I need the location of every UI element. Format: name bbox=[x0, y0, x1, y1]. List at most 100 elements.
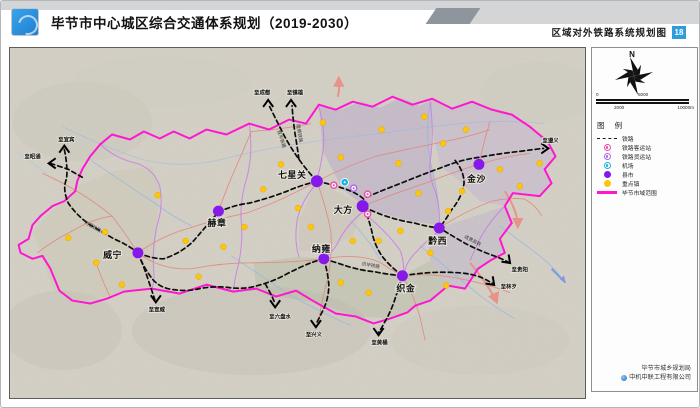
legend-symbol-solid-line-icon bbox=[597, 191, 617, 193]
legend-row: 铁路 bbox=[597, 134, 695, 143]
legend-row: 毕节市域范围 bbox=[597, 188, 695, 197]
town-dot bbox=[366, 290, 372, 296]
town-dot bbox=[537, 160, 543, 166]
compass-rose-icon bbox=[606, 56, 662, 96]
exit-label: 至遵义 bbox=[542, 136, 559, 144]
legend-label: 毕节市域范围 bbox=[622, 188, 657, 197]
legend: 铁路铁路客运站铁路货运站机场县市重点镇毕节市域范围 bbox=[597, 134, 695, 197]
plan-title: 毕节市中心城区综合交通体系规划（2019-2030） bbox=[51, 12, 358, 32]
town-dot bbox=[445, 208, 451, 214]
attribution-company: 中机中联工程有限公司 bbox=[629, 374, 691, 383]
legend-label: 县市 bbox=[622, 170, 634, 179]
city-label: 大方 bbox=[334, 204, 353, 215]
scale-label-0: 0 bbox=[596, 92, 599, 97]
scale-label-2000: 2000 bbox=[614, 105, 624, 110]
airport-center bbox=[344, 181, 346, 183]
town-dot bbox=[397, 228, 403, 234]
station-dot bbox=[367, 193, 369, 195]
exit-label: 至贵阳 bbox=[512, 266, 529, 274]
city-dot bbox=[132, 247, 143, 258]
town-dot bbox=[241, 224, 247, 230]
planning-bureau-logo bbox=[11, 8, 39, 36]
town-dot bbox=[427, 250, 433, 256]
city-label: 纳雍 bbox=[312, 243, 331, 254]
legend-symbol-ring-icon bbox=[597, 153, 617, 160]
map-panel: 内昆铁路叙毕铁路隆黄铁路成贵高铁织毕铁路 七星关赫章威宁大方纳雍织金黔西金沙 至… bbox=[9, 47, 586, 399]
town-dot bbox=[102, 229, 108, 235]
town-dot bbox=[415, 190, 421, 196]
town-dot bbox=[459, 188, 465, 194]
exit-label: 至兴义 bbox=[306, 330, 323, 338]
town-dot bbox=[350, 238, 356, 244]
exit-label: 至宜宾 bbox=[58, 135, 75, 143]
town-dot bbox=[155, 192, 161, 198]
town-dot bbox=[278, 161, 284, 167]
city-dot bbox=[318, 253, 329, 264]
town-dot bbox=[119, 282, 125, 288]
exit-label: 至成都 bbox=[254, 89, 271, 97]
town-dot bbox=[338, 154, 344, 160]
legend-symbol-ring-icon bbox=[597, 162, 617, 169]
city-label: 金沙 bbox=[466, 173, 486, 184]
plan-sheet: 毕节市中心城区综合交通体系规划（2019-2030） 区域对外铁路系统规划图 1… bbox=[0, 0, 700, 408]
map-sidebar: N 0 5000 bbox=[591, 47, 698, 392]
town-dot bbox=[376, 238, 382, 244]
city-label: 威宁 bbox=[103, 249, 122, 260]
city-dot bbox=[311, 175, 323, 187]
legend-label: 机场 bbox=[622, 161, 634, 170]
legend-symbol-dot-icon bbox=[597, 180, 617, 187]
exit-label: 至林歹 bbox=[501, 283, 518, 291]
city-label: 织金 bbox=[396, 283, 415, 294]
city-dot bbox=[357, 200, 369, 212]
legend-label: 铁路 bbox=[622, 134, 634, 143]
town-dot bbox=[260, 186, 266, 192]
sheet-title: 区域对外铁路系统规划图 bbox=[551, 25, 667, 39]
legend-row: 县市 bbox=[597, 170, 695, 179]
company-logo-icon bbox=[621, 375, 627, 381]
city-dot bbox=[397, 270, 408, 281]
legend-label: 铁路货运站 bbox=[622, 152, 651, 161]
attribution-bureau: 毕节市城乡规划局 bbox=[621, 365, 691, 374]
town-dot bbox=[338, 280, 344, 286]
station-dot bbox=[353, 187, 355, 189]
town-dot bbox=[65, 235, 71, 241]
city-dot bbox=[213, 206, 224, 217]
legend-label: 重点镇 bbox=[622, 179, 639, 188]
scale-bar: 0 5000 2000 10000m bbox=[596, 92, 694, 112]
city-dot bbox=[434, 223, 445, 234]
legend-label: 铁路客运站 bbox=[622, 143, 651, 152]
scale-label-10000: 10000m bbox=[677, 105, 694, 110]
legend-symbol-dot-icon bbox=[597, 171, 617, 178]
attribution: 毕节市城乡规划局 中机中联工程有限公司 bbox=[621, 365, 691, 385]
exit-label: 至宣威 bbox=[149, 305, 166, 313]
town-dot bbox=[497, 166, 503, 172]
town-dot bbox=[308, 224, 314, 230]
station-dot bbox=[333, 184, 335, 186]
city-label: 黔西 bbox=[427, 235, 447, 246]
sheet-number-badge: 18 bbox=[672, 26, 686, 39]
scale-label-5000: 5000 bbox=[638, 92, 648, 97]
legend-title: 图 例 bbox=[597, 120, 626, 131]
station-dot bbox=[367, 213, 369, 215]
town-dot bbox=[320, 120, 326, 126]
city-label: 七星关 bbox=[278, 169, 306, 180]
exit-label: 至昭通 bbox=[24, 152, 41, 160]
town-dot bbox=[183, 238, 189, 244]
exit-label: 至镇雄 bbox=[287, 89, 304, 97]
header: 毕节市中心城区综合交通体系规划（2019-2030） 区域对外铁路系统规划图 1… bbox=[1, 1, 700, 45]
city-dot bbox=[473, 159, 484, 170]
exit-label: 至六盘水 bbox=[269, 312, 291, 320]
town-dot bbox=[220, 244, 226, 250]
sheet-title-row: 区域对外铁路系统规划图 18 bbox=[551, 25, 686, 39]
legend-row: 铁路客运站 bbox=[597, 143, 695, 152]
railway-map: 内昆铁路叙毕铁路隆黄铁路成贵高铁织毕铁路 七星关赫章威宁大方纳雍织金黔西金沙 至… bbox=[10, 48, 585, 398]
city-label: 赫章 bbox=[208, 217, 227, 228]
legend-row: 机场 bbox=[597, 161, 695, 170]
legend-symbol-dash-line-icon bbox=[597, 138, 617, 139]
town-dot bbox=[295, 205, 301, 211]
legend-row: 铁路货运站 bbox=[597, 152, 695, 161]
town-dot bbox=[463, 127, 469, 133]
town-dot bbox=[517, 183, 523, 189]
town-dot bbox=[440, 140, 446, 146]
town-dot bbox=[443, 283, 449, 289]
